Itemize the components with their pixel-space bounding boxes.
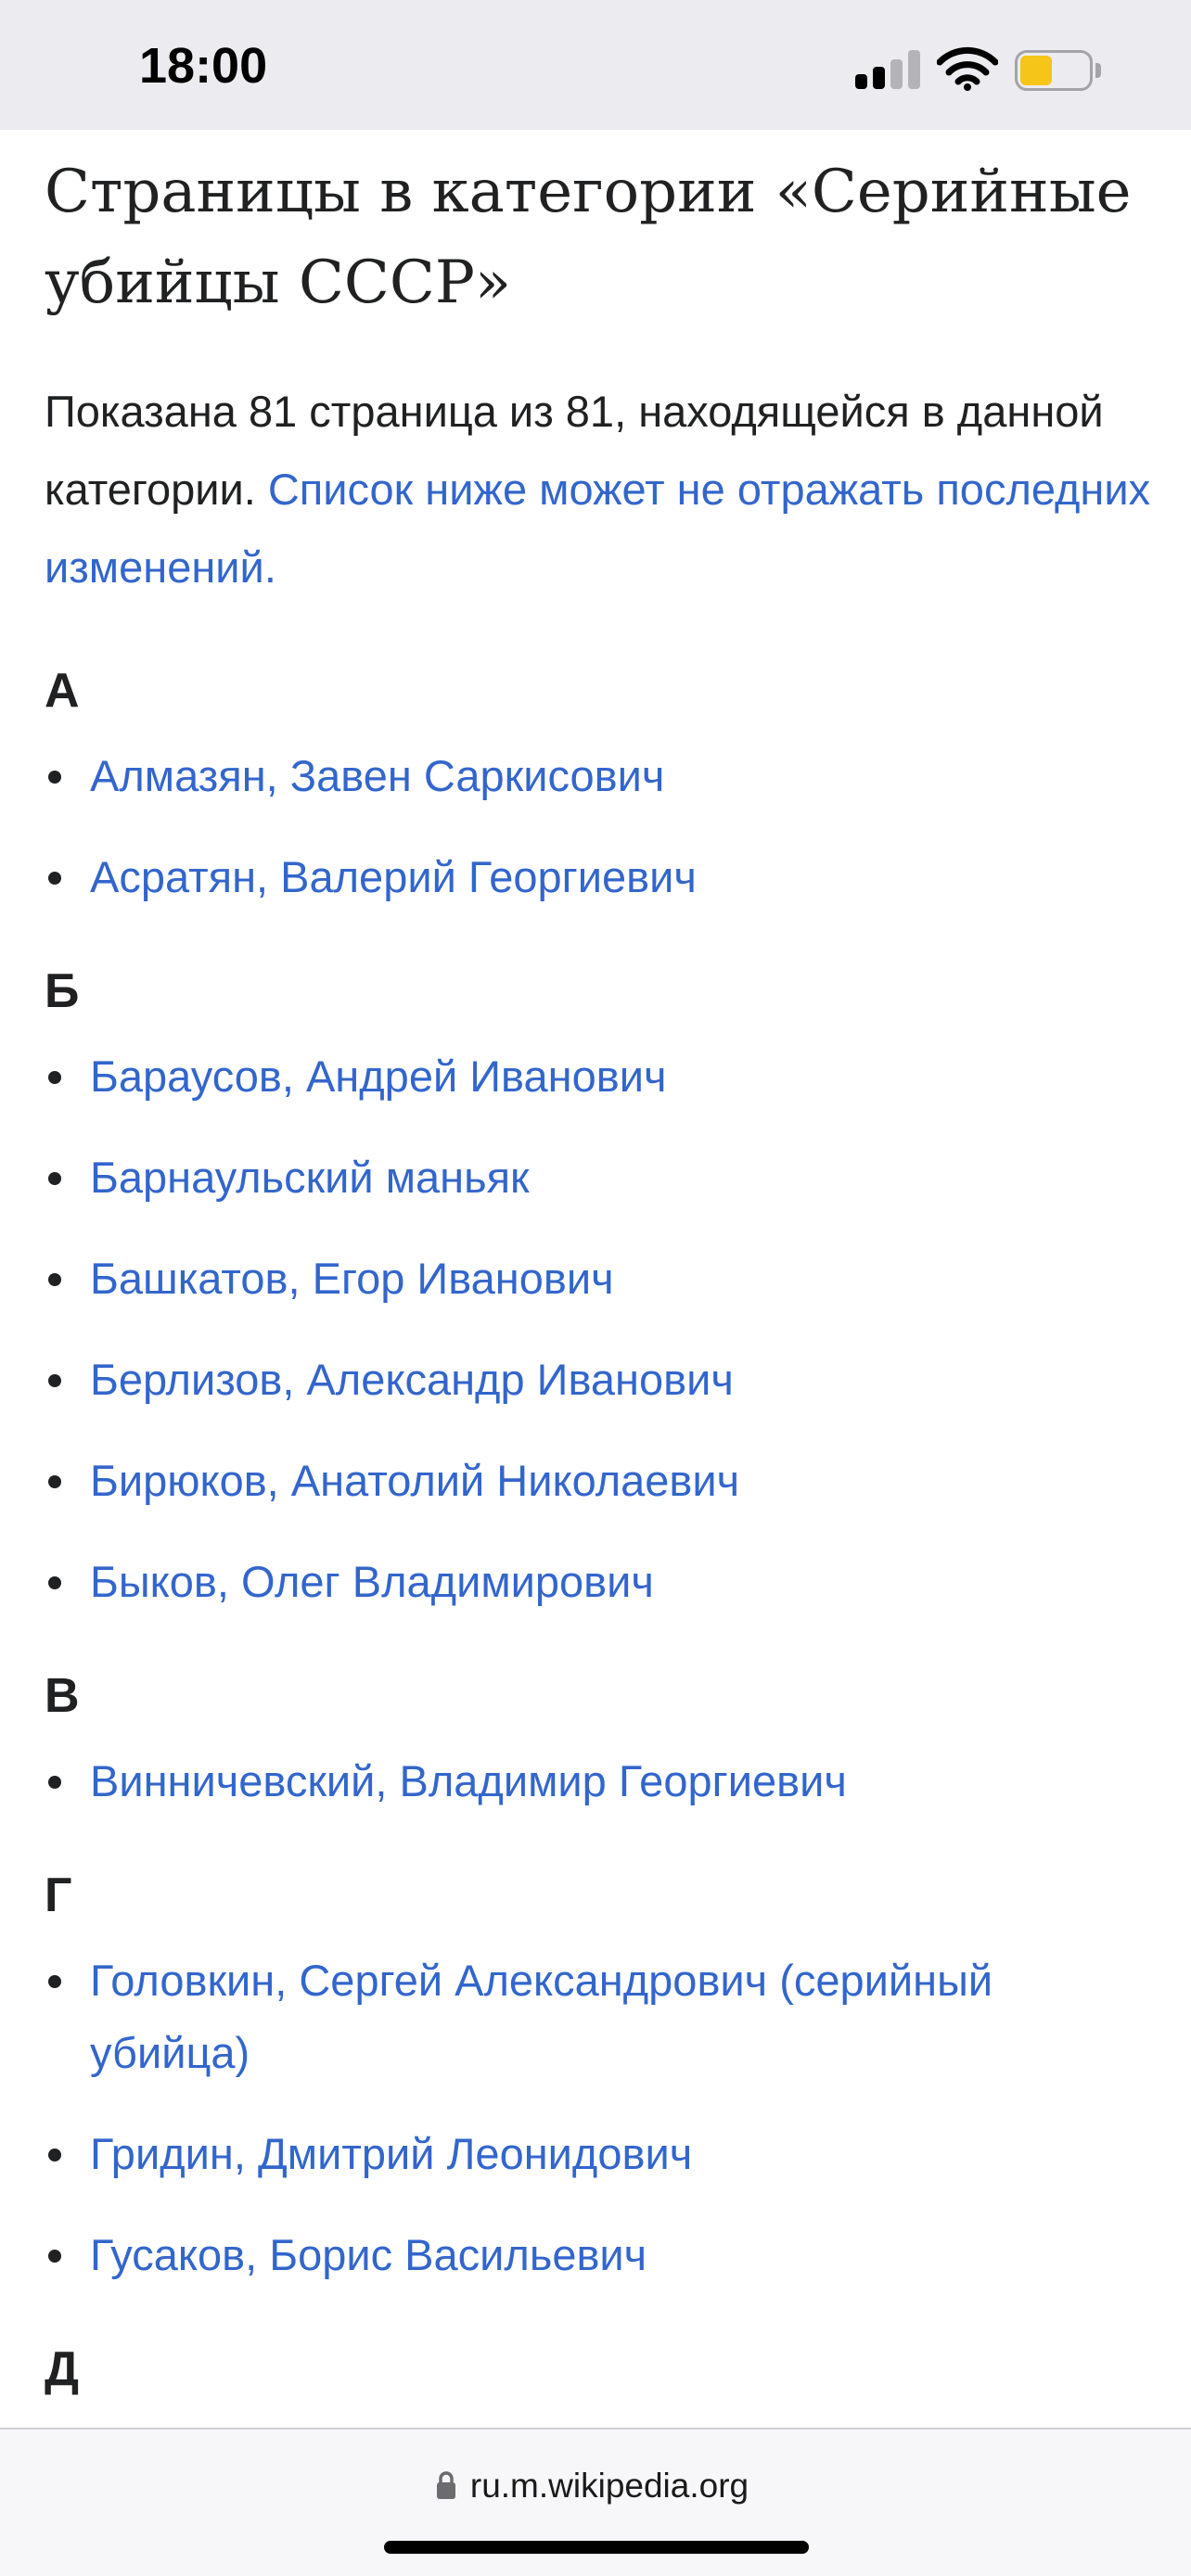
- list-item: Бирюков, Анатолий Николаевич: [45, 1445, 1158, 1517]
- bullet-icon: [48, 1374, 61, 1387]
- category-page-list: А Алмазян, Завен Саркисович Асратян, Валер…: [45, 642, 1158, 2418]
- bullet-icon: [48, 1475, 61, 1488]
- section-letter: Г: [45, 1868, 72, 1922]
- browser-url-bar[interactable]: ru.m.wikipedia.org: [0, 2428, 1191, 2576]
- bullet-icon: [48, 2250, 61, 2263]
- category-intro: Показана 81 страница из 81, находящейся …: [45, 373, 1158, 606]
- category-page-link[interactable]: Гусаков, Борис Васильевич: [90, 2230, 647, 2279]
- cellular-signal-icon: [855, 50, 922, 89]
- battery-icon: [1015, 50, 1101, 91]
- section-letter: Б: [45, 964, 80, 1018]
- category-page-link[interactable]: Винничевский, Владимир Георгиевич: [90, 1756, 847, 1805]
- category-page-link[interactable]: Башкатов, Егор Иванович: [90, 1254, 614, 1303]
- section-list: Бараусов, Андрей Иванович Барнаульский ма…: [45, 1040, 1158, 1618]
- status-bar: 18:00: [0, 0, 1191, 130]
- section-letter: А: [45, 664, 80, 718]
- page-title: Страницы в категории «Серийные убийцы СС…: [45, 158, 1132, 317]
- list-item: Берлизов, Александр Иванович: [45, 1344, 1158, 1416]
- category-page-link[interactable]: Гридин, Дмитрий Леонидович: [90, 2129, 692, 2178]
- category-page-link[interactable]: Быков, Олег Владимирович: [90, 1557, 654, 1606]
- bullet-icon: [48, 1071, 61, 1084]
- list-item: Винничевский, Владимир Георгиевич: [45, 1745, 1158, 1817]
- section-letter: Д: [45, 2342, 80, 2396]
- list-item: Алмазян, Завен Саркисович: [45, 740, 1158, 812]
- list-item: Быков, Олег Владимирович: [45, 1546, 1158, 1618]
- home-indicator[interactable]: [384, 2541, 809, 2554]
- list-item: Башкатов, Егор Иванович: [45, 1243, 1158, 1315]
- section-list: Головкин, Сергей Александрович (серийный…: [45, 1945, 1158, 2291]
- bullet-icon: [48, 1273, 61, 1286]
- bullet-icon: [48, 872, 61, 885]
- section-letter: В: [45, 1669, 80, 1723]
- section-list: Алмазян, Завен Саркисович Асратян, Валери…: [45, 740, 1158, 913]
- list-item: Головкин, Сергей Александрович (серийный…: [45, 1945, 1158, 2089]
- status-time: 18:00: [139, 38, 268, 94]
- category-page-link[interactable]: Головкин, Сергей Александрович (серийный…: [90, 1956, 992, 2077]
- category-page-link[interactable]: Барнаульский маньяк: [90, 1153, 530, 1202]
- list-item: Гусаков, Борис Васильевич: [45, 2219, 1158, 2291]
- bullet-icon: [48, 1576, 61, 1589]
- section-list: Винничевский, Владимир Георгиевич: [45, 1745, 1158, 1817]
- main-content: Страницы в категории «Серийные убийцы СС…: [45, 130, 1158, 2418]
- category-page-link[interactable]: Асратян, Валерий Георгиевич: [90, 852, 697, 901]
- category-page-link[interactable]: Бирюков, Анатолий Николаевич: [90, 1456, 739, 1505]
- list-item: Бараусов, Андрей Иванович: [45, 1040, 1158, 1113]
- category-page-link[interactable]: Алмазян, Завен Саркисович: [90, 751, 664, 800]
- bullet-icon: [48, 1776, 61, 1789]
- wifi-icon: [936, 46, 999, 91]
- url-text[interactable]: ru.m.wikipedia.org: [0, 2467, 1191, 2506]
- bullet-icon: [48, 2149, 61, 2162]
- list-item: Гридин, Дмитрий Леонидович: [45, 2118, 1158, 2190]
- list-item: Барнаульский маньяк: [45, 1141, 1158, 1214]
- bullet-icon: [48, 1172, 61, 1185]
- category-page-link[interactable]: Бараусов, Андрей Иванович: [90, 1052, 666, 1101]
- bullet-icon: [48, 1975, 61, 1988]
- bullet-icon: [48, 771, 61, 784]
- category-page-link[interactable]: Берлизов, Александр Иванович: [90, 1355, 734, 1404]
- list-item: Асратян, Валерий Георгиевич: [45, 841, 1158, 913]
